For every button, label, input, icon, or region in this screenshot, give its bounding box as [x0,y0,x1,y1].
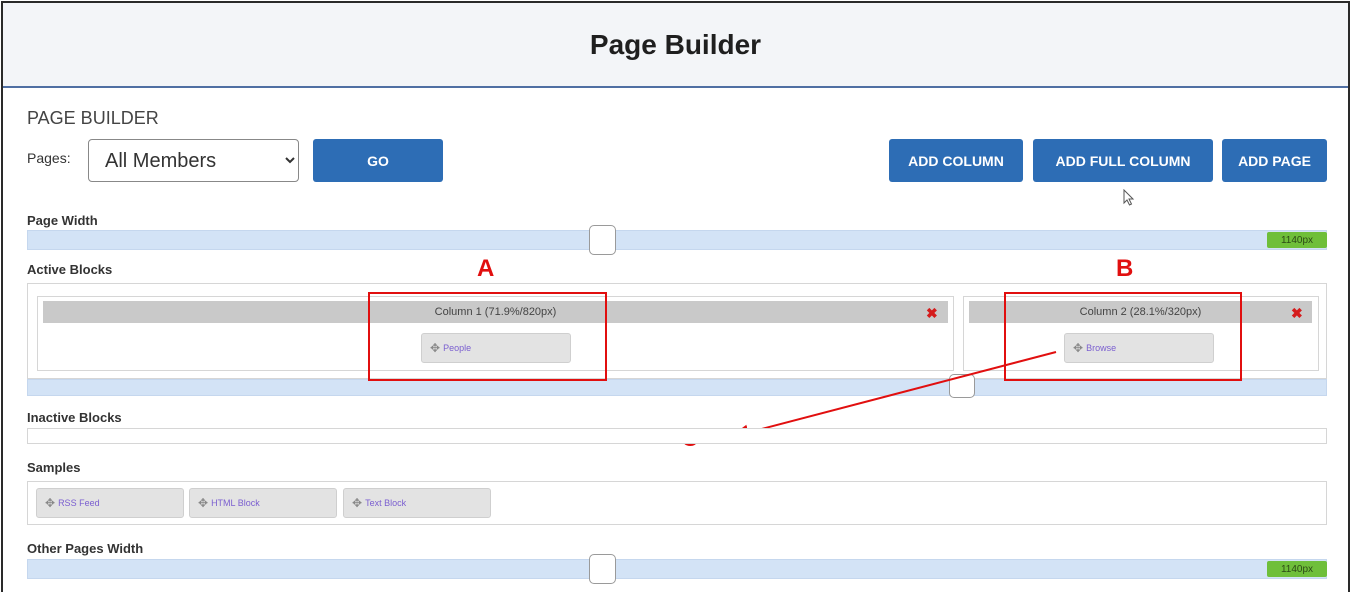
sample-label: Text Block [365,498,407,508]
inactive-blocks-panel [27,428,1327,444]
other-pages-width-value-badge: 1140px [1267,561,1327,577]
sample-label: RSS Feed [58,498,100,508]
sample-text-block[interactable]: ✥ Text Block [343,488,491,518]
sample-html-block[interactable]: ✥ HTML Block [189,488,337,518]
samples-panel: ✥ RSS Feed ✥ HTML Block ✥ Text Block [27,481,1327,525]
other-pages-width-slider-handle[interactable] [589,554,616,584]
inactive-blocks-label: Inactive Blocks [27,410,122,425]
move-icon: ✥ [198,496,209,510]
sample-rss-feed[interactable]: ✥ RSS Feed [36,488,184,518]
samples-label: Samples [27,460,81,475]
move-icon: ✥ [45,496,56,510]
other-pages-width-slider[interactable]: 1140px [27,559,1327,579]
move-icon: ✥ [352,496,363,510]
sample-label: HTML Block [211,498,260,508]
other-pages-width-label: Other Pages Width [27,541,144,556]
